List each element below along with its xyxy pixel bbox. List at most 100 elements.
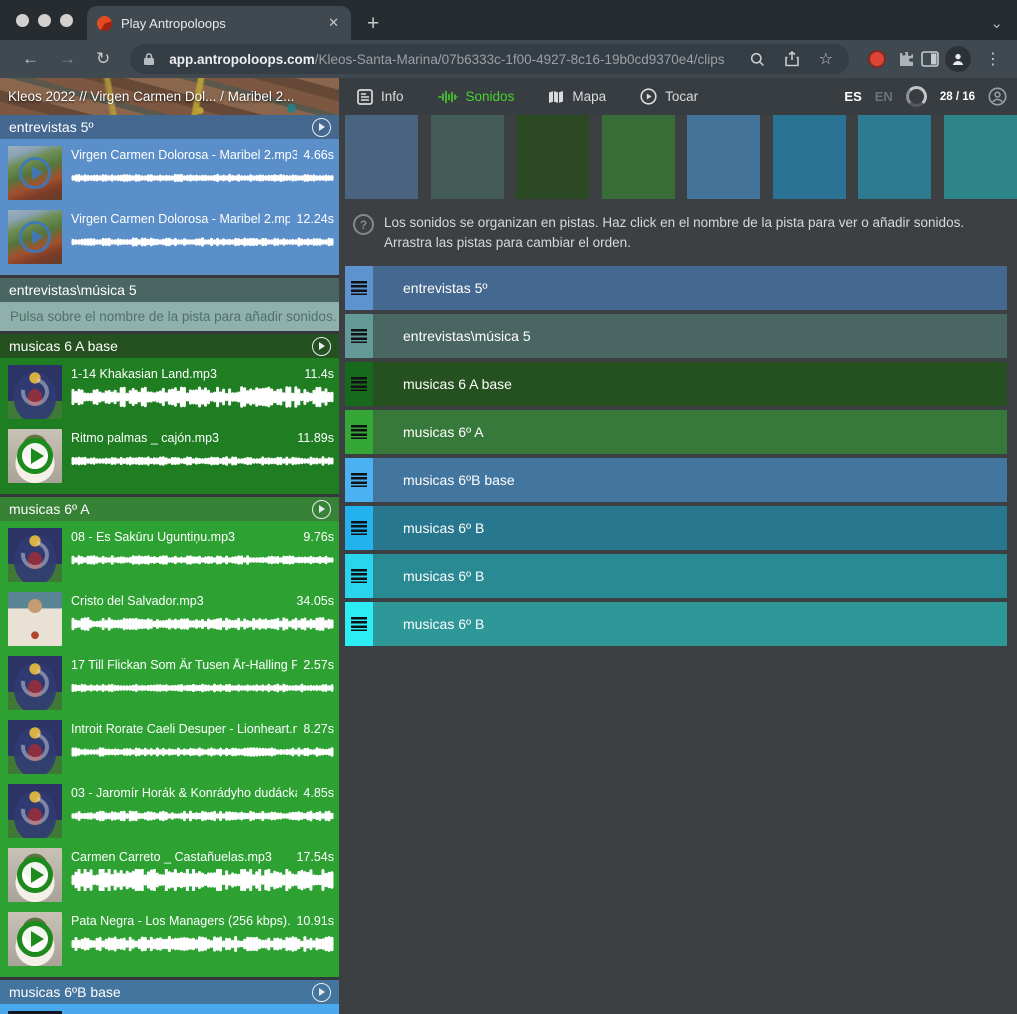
clip-item[interactable]: 17 Till Flickan Som Är Tusen År-Halling … <box>0 653 339 717</box>
section-play-button[interactable] <box>312 337 331 356</box>
clip-thumbnail[interactable] <box>8 528 62 582</box>
clip-item[interactable]: Introit Rorate Caeli Desuper - Lionheart… <box>0 717 339 781</box>
section-header[interactable]: musicas 6º A <box>0 497 339 521</box>
profile-avatar[interactable] <box>945 46 971 72</box>
palette-square[interactable] <box>602 115 675 199</box>
section-clips: BASE Pata Negra - Los Managers 3.77s <box>0 1004 339 1014</box>
palette-square[interactable] <box>773 115 846 199</box>
clip-duration: 2.57s <box>303 658 334 672</box>
clip-thumbnail[interactable] <box>8 720 62 774</box>
clip-thumbnail[interactable] <box>8 210 62 264</box>
clip-thumbnail[interactable] <box>8 429 62 483</box>
clip-thumbnail[interactable] <box>8 146 62 200</box>
track-drag-handle[interactable] <box>345 506 373 550</box>
clip-item[interactable]: 08 - Es Sakūru Uguntiņu.mp3 9.76s <box>0 525 339 589</box>
window-zoom-button[interactable] <box>60 14 73 27</box>
clip-duration: 8.27s <box>303 722 334 736</box>
section-play-button[interactable] <box>312 118 331 137</box>
back-button[interactable]: ← <box>14 49 47 69</box>
track-drag-handle[interactable] <box>345 266 373 310</box>
clip-thumbnail[interactable] <box>8 656 62 710</box>
tab-sonidos[interactable]: Sonidos <box>438 89 515 104</box>
section-header[interactable]: entrevistas\música 5 <box>0 278 339 302</box>
map-preview-banner[interactable]: Kleos 2022 // Virgen Carmen Dol... / Mar… <box>0 78 339 115</box>
track-row[interactable]: musicas 6ºB base <box>345 458 1007 502</box>
track-drag-handle[interactable] <box>345 314 373 358</box>
side-panel-icon[interactable] <box>921 51 939 67</box>
clip-item[interactable]: 1-14 Khakasian Land.mp3 11.4s <box>0 362 339 426</box>
extensions-puzzle-icon[interactable] <box>897 50 915 68</box>
track-row[interactable]: musicas 6º B <box>345 506 1007 550</box>
palette-square[interactable] <box>345 115 418 199</box>
clip-play-overlay-icon <box>8 365 62 419</box>
zoom-page-icon[interactable] <box>744 52 771 67</box>
clip-body: Cristo del Salvador.mp3 34.05s <box>71 592 334 635</box>
palette-square[interactable] <box>944 115 1017 199</box>
clip-thumbnail[interactable] <box>8 592 62 646</box>
recording-indicator-icon[interactable] <box>868 50 886 68</box>
account-icon[interactable] <box>988 87 1007 106</box>
help-message: ? Los sonidos se organizan en pistas. Ha… <box>345 199 1017 254</box>
clip-item[interactable]: Virgen Carmen Dolorosa - Maribel 2.mp3 4… <box>0 143 339 207</box>
clip-item[interactable]: 03 - Jaromír Horák & Konrádyho dudácká .… <box>0 781 339 845</box>
track-row[interactable]: musicas 6º A <box>345 410 1007 454</box>
forward-button[interactable]: → <box>51 49 84 69</box>
section-header[interactable]: musicas 6ºB base <box>0 980 339 1004</box>
clip-play-overlay-icon <box>8 912 62 966</box>
section-play-button[interactable] <box>312 500 331 519</box>
address-bar[interactable]: app.antropoloops.com/Kleos-Santa-Marina/… <box>130 44 849 74</box>
clip-body: Introit Rorate Caeli Desuper - Lionheart… <box>71 720 334 763</box>
track-drag-handle[interactable] <box>345 554 373 598</box>
clip-duration: 4.85s <box>303 786 334 800</box>
clip-title: 17 Till Flickan Som Är Tusen År-Halling … <box>71 658 297 672</box>
clip-thumbnail[interactable] <box>8 784 62 838</box>
clip-item[interactable]: Carmen Carreto _ Castañuelas.mp3 17.54s <box>0 845 339 909</box>
tab-tocar-label: Tocar <box>665 89 698 104</box>
lang-en-button[interactable]: EN <box>875 89 893 104</box>
browser-tab[interactable]: Play Antropoloops ✕ <box>87 6 351 40</box>
track-row[interactable]: musicas 6º B <box>345 554 1007 598</box>
track-row[interactable]: musicas 6 A base <box>345 362 1007 406</box>
new-tab-button[interactable]: + <box>351 13 395 40</box>
lang-es-button[interactable]: ES <box>844 89 861 104</box>
track-drag-handle[interactable] <box>345 410 373 454</box>
section-header[interactable]: entrevistas 5º <box>0 115 339 139</box>
browser-menu-icon[interactable]: ⋮ <box>977 49 1005 69</box>
tab-info[interactable]: Info <box>357 89 404 105</box>
tab-close-icon[interactable]: ✕ <box>326 15 341 31</box>
palette-square[interactable] <box>687 115 760 199</box>
breadcrumb[interactable]: Kleos 2022 // Virgen Carmen Dol... / Mar… <box>8 89 294 104</box>
tab-favicon-icon <box>97 16 112 31</box>
clip-thumbnail[interactable] <box>8 365 62 419</box>
bookmark-star-icon[interactable]: ☆ <box>813 49 839 69</box>
clip-item[interactable]: Pata Negra - Los Managers (256 kbps).mp3… <box>0 909 339 973</box>
clip-thumbnail[interactable] <box>8 912 62 966</box>
track-row[interactable]: entrevistas\música 5 <box>345 314 1007 358</box>
tab-tocar[interactable]: Tocar <box>640 88 698 105</box>
tab-mapa[interactable]: Mapa <box>548 89 606 104</box>
track-drag-handle[interactable] <box>345 458 373 502</box>
section-header[interactable]: musicas 6 A base <box>0 334 339 358</box>
track-row[interactable]: entrevistas 5º <box>345 266 1007 310</box>
track-label: entrevistas 5º <box>403 280 488 296</box>
window-minimize-button[interactable] <box>38 14 51 27</box>
track-drag-handle[interactable] <box>345 602 373 646</box>
share-icon[interactable] <box>779 51 805 67</box>
palette-square[interactable] <box>516 115 589 199</box>
clip-play-overlay-icon <box>8 429 62 483</box>
clip-title: Ritmo palmas _ cajón.mp3 <box>71 431 291 445</box>
clip-item[interactable]: Ritmo palmas _ cajón.mp3 11.89s <box>0 426 339 490</box>
window-close-button[interactable] <box>16 14 29 27</box>
clip-thumbnail[interactable] <box>8 848 62 902</box>
track-row[interactable]: musicas 6º B <box>345 602 1007 646</box>
tab-search-chevron-icon[interactable]: ⌄ <box>990 14 1003 32</box>
palette-square[interactable] <box>858 115 931 199</box>
clip-item[interactable]: Cristo del Salvador.mp3 34.05s <box>0 589 339 653</box>
reload-button[interactable]: ↻ <box>88 49 118 69</box>
section-play-button[interactable] <box>312 983 331 1002</box>
track-label: musicas 6º A <box>403 424 484 440</box>
track-drag-handle[interactable] <box>345 362 373 406</box>
clip-item[interactable]: BASE Pata Negra - Los Managers 3.77s <box>0 1008 339 1014</box>
palette-square[interactable] <box>431 115 504 199</box>
clip-item[interactable]: Virgen Carmen Dolorosa - Maribel 2.mp3 1… <box>0 207 339 271</box>
